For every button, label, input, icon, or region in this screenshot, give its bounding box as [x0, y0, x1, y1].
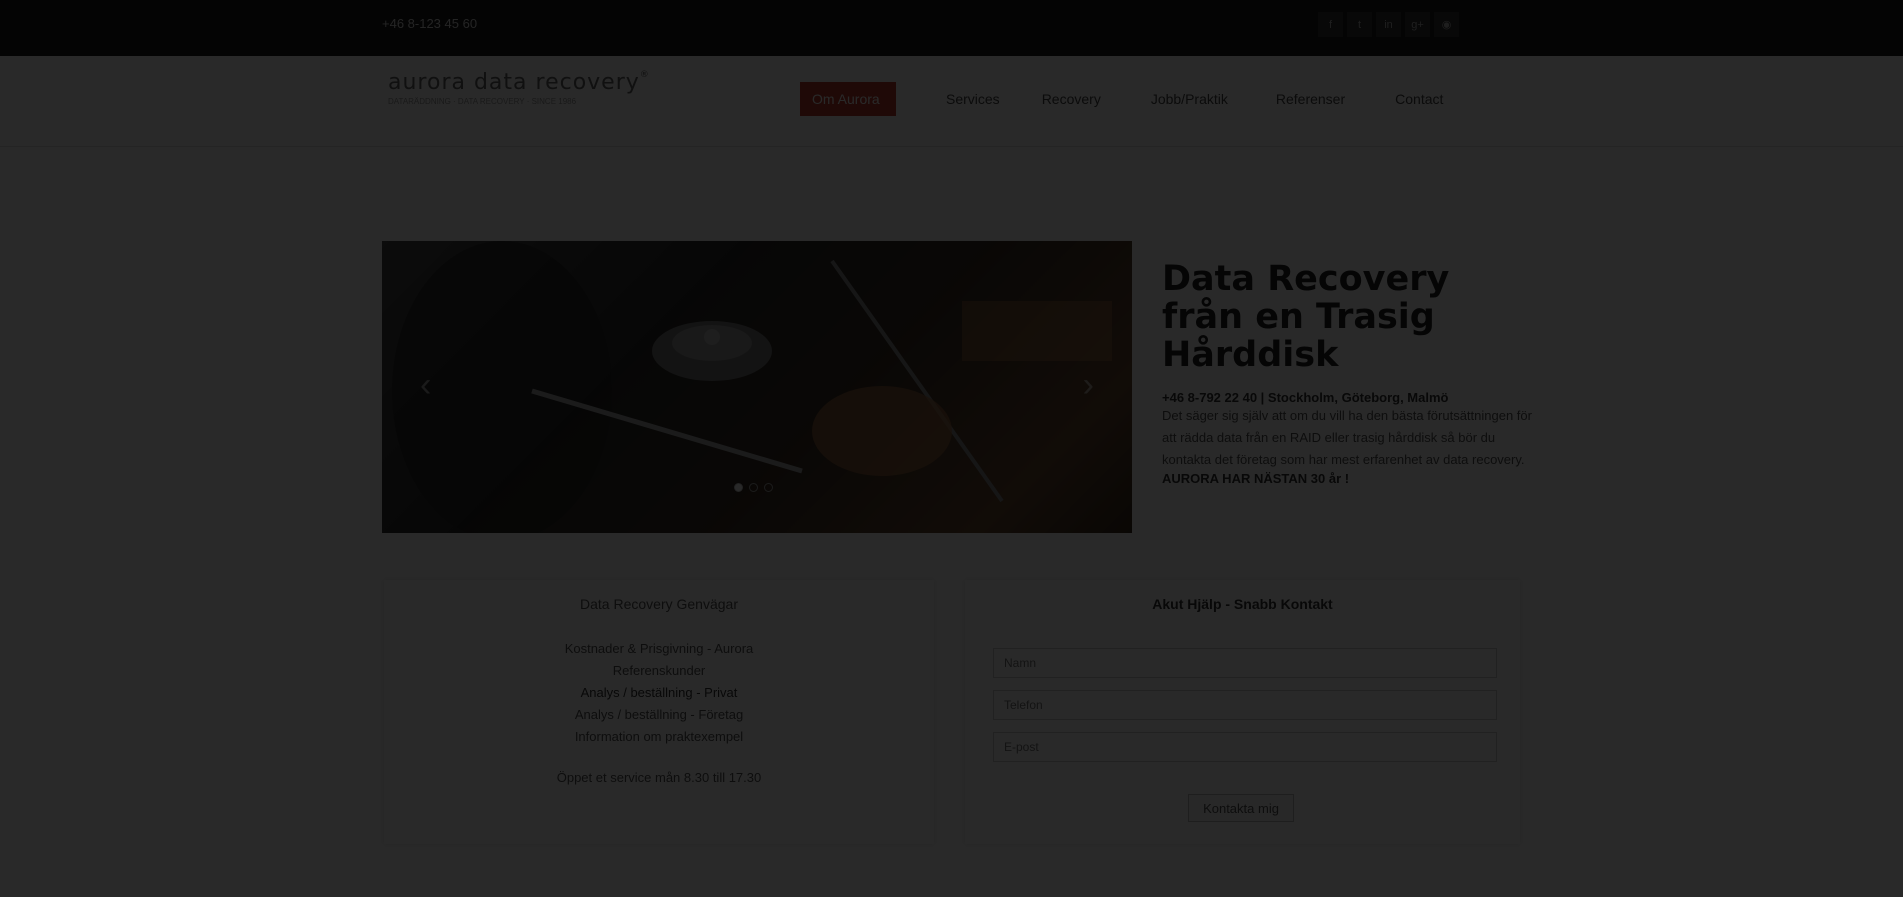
hero-paragraph: Det säger sig själv att om du vill ha de…	[1162, 408, 1532, 467]
slider-dot-2[interactable]	[749, 483, 758, 492]
shortcut-link-praktexempel[interactable]: Information om praktexempel	[384, 726, 934, 748]
slider-prev-button[interactable]: ‹	[420, 366, 431, 405]
quick-contact-panel: Akut Hjälp - Snabb Kontakt Kontakta mig	[965, 580, 1520, 844]
shortcut-link-analys-foretag[interactable]: Analys / beställning - Företag	[384, 704, 934, 726]
twitter-icon[interactable]: t	[1347, 12, 1372, 37]
site-logo[interactable]: aurora data recovery® DATARÄDDNING · DAT…	[388, 70, 650, 106]
nav-item-services[interactable]: Services	[946, 82, 1000, 116]
top-bar: +46 8-123 45 60 f t in g+ ◉	[0, 0, 1903, 56]
hero-tagline: AURORA HAR NÄSTAN 30 år !	[1162, 471, 1350, 486]
phone-field[interactable]	[993, 690, 1497, 720]
shortcut-link-analys-privat[interactable]: Analys / beställning - Privat	[384, 682, 934, 704]
slider-next-button[interactable]: ›	[1083, 366, 1094, 405]
image-slider[interactable]: ‹ ›	[382, 241, 1132, 533]
nav-item-om-aurora[interactable]: Om Aurora	[800, 82, 896, 116]
main-nav: Om Aurora Services Recovery Jobb/Praktik…	[800, 82, 1443, 116]
nav-item-jobb-praktik[interactable]: Jobb/Praktik	[1151, 82, 1228, 116]
slider-dot-1[interactable]	[734, 483, 743, 492]
logo-registered-mark: ®	[639, 70, 650, 80]
social-icons: f t in g+ ◉	[1318, 12, 1459, 37]
rss-icon[interactable]: ◉	[1434, 12, 1459, 37]
top-phone-number[interactable]: +46 8-123 45 60	[382, 16, 477, 31]
slider-dots	[734, 483, 773, 492]
name-field[interactable]	[993, 648, 1497, 678]
facebook-icon[interactable]: f	[1318, 12, 1343, 37]
email-field[interactable]	[993, 732, 1497, 762]
shortcut-link-referenskunder[interactable]: Referenskunder	[384, 660, 934, 682]
contact-me-button[interactable]: Kontakta mig	[1188, 794, 1294, 822]
site-header: aurora data recovery® DATARÄDDNING · DAT…	[0, 56, 1903, 147]
opening-hours: Öppet et service mån 8.30 till 17.30	[556, 770, 762, 785]
hero-text: Data Recovery från en Trasig Hårddisk +4…	[1162, 260, 1532, 486]
nav-item-referenser[interactable]: Referenser	[1276, 82, 1345, 116]
slider-dot-3[interactable]	[764, 483, 773, 492]
google-icon[interactable]: g+	[1405, 12, 1430, 37]
quick-contact-title: Akut Hjälp - Snabb Kontakt	[1152, 596, 1333, 612]
shortcuts-panel: Data Recovery Genvägar Kostnader & Prisg…	[384, 580, 934, 844]
logo-subtitle: DATARÄDDNING · DATA RECOVERY · SINCE 198…	[388, 97, 577, 106]
shortcuts-links: Kostnader & Prisgivning - Aurora Referen…	[384, 638, 934, 748]
hero-title: Data Recovery från en Trasig Hårddisk	[1162, 259, 1450, 375]
hero-contact-line: +46 8-792 22 40 | Stockholm, Göteborg, M…	[1162, 390, 1449, 405]
nav-item-contact[interactable]: Contact	[1395, 82, 1443, 116]
shortcut-link-kostnader[interactable]: Kostnader & Prisgivning - Aurora	[384, 638, 934, 660]
shortcuts-title: Data Recovery Genvägar	[580, 596, 738, 612]
nav-item-recovery[interactable]: Recovery	[1042, 82, 1101, 116]
linkedin-icon[interactable]: in	[1376, 12, 1401, 37]
logo-main-text: aurora data recovery	[388, 70, 640, 95]
